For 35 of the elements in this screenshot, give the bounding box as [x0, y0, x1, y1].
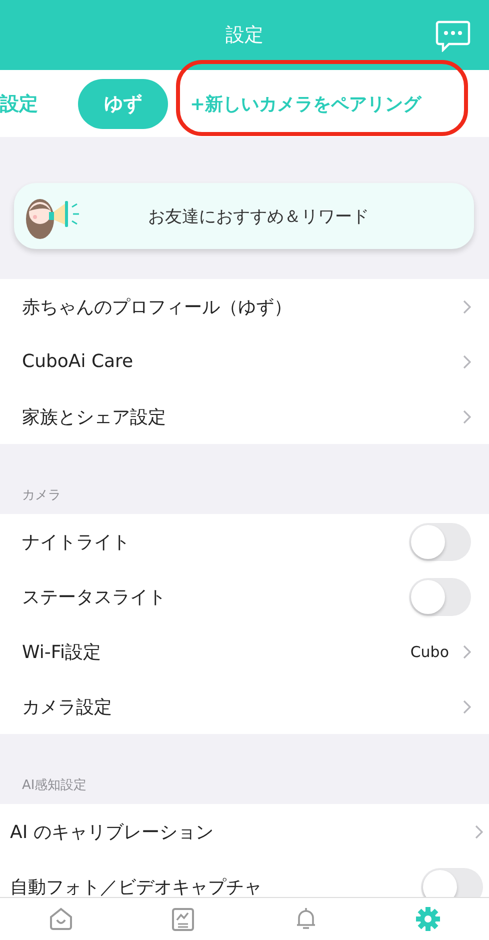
- section-heading: カメラ: [22, 487, 61, 504]
- row-label: 家族とシェア設定: [22, 406, 167, 428]
- settings-row[interactable]: カメラ設定: [0, 679, 489, 734]
- row-label: CuboAi Care: [22, 351, 134, 372]
- section-heading: AI感知設定: [22, 777, 87, 794]
- chevron-icon: [463, 410, 471, 424]
- row-label: 赤ちゃんのプロフィール（ゆず）: [22, 296, 293, 318]
- settings-row[interactable]: AI のキャリブレーション: [0, 804, 489, 859]
- settings-row[interactable]: ナイトライト: [0, 514, 489, 569]
- row-value: Cubo: [410, 642, 449, 660]
- chat-icon[interactable]: [435, 20, 471, 52]
- home-icon[interactable]: [48, 906, 74, 932]
- row-label: AI のキャリブレーション: [10, 820, 214, 844]
- chart-icon[interactable]: [170, 906, 196, 932]
- referral-banner[interactable]: お友達におすすめ＆リワード: [14, 183, 474, 249]
- settings-icon[interactable]: [414, 906, 441, 932]
- chevron-icon: [463, 354, 471, 368]
- row-label: ステータスライト: [22, 586, 167, 608]
- row-label: カメラ設定: [22, 696, 113, 718]
- row-label: Wi-Fi設定: [22, 640, 102, 664]
- toggle-switch[interactable]: [409, 578, 471, 616]
- screen-title: 設定: [226, 23, 264, 48]
- settings-row[interactable]: Wi-Fi設定 Cubo: [0, 624, 489, 679]
- chevron-icon: [463, 300, 471, 314]
- settings-row[interactable]: 赤ちゃんのプロフィール（ゆず）: [0, 279, 489, 334]
- toggle-switch[interactable]: [421, 868, 483, 897]
- toggle-switch[interactable]: [409, 522, 471, 560]
- chevron-icon: [475, 824, 483, 838]
- row-label: 自動フォト／ビデオキャプチャ: [10, 876, 263, 897]
- row-label: ナイトライト: [22, 530, 131, 554]
- settings-row[interactable]: CuboAi Care: [0, 334, 489, 389]
- settings-row[interactable]: ステータスライト: [0, 569, 489, 624]
- chevron-icon: [463, 700, 471, 714]
- settings-row[interactable]: 家族とシェア設定: [0, 389, 489, 444]
- chevron-icon: [463, 644, 471, 658]
